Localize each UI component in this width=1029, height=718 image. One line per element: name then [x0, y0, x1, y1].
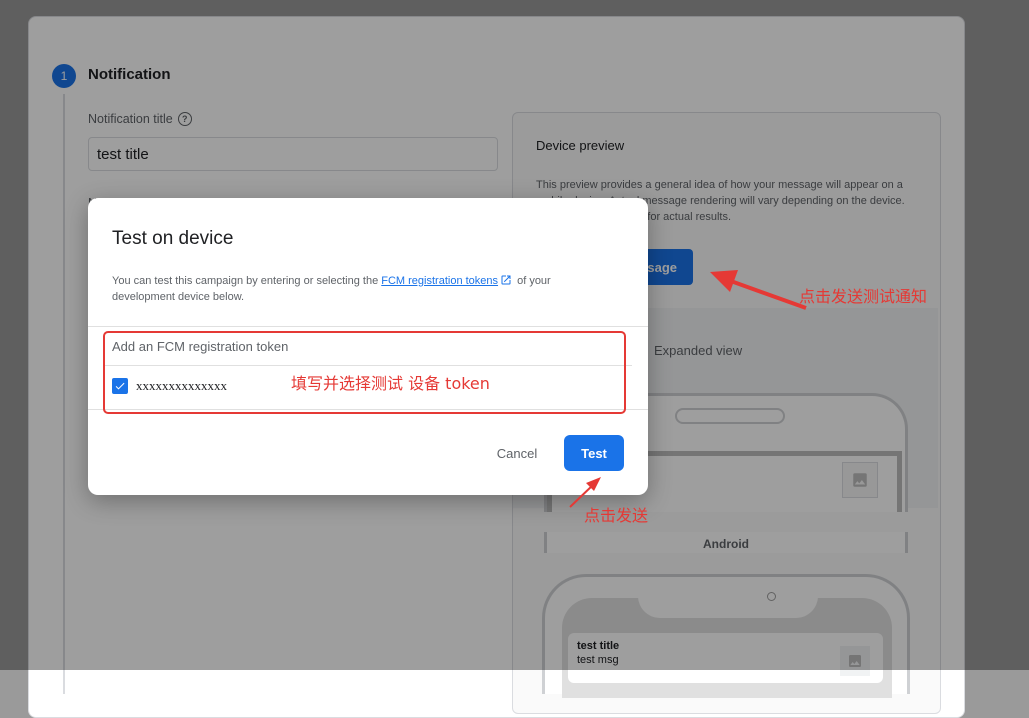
dialog-description-prefix: You can test this campaign by entering o… — [112, 275, 382, 287]
annotation-send-test-notification: 点击发送测试通知 — [799, 287, 928, 306]
dialog-description: You can test this campaign by entering o… — [112, 273, 612, 305]
dialog-title: Test on device — [112, 228, 234, 249]
external-link-icon[interactable] — [500, 274, 512, 286]
cancel-button[interactable]: Cancel — [484, 436, 550, 470]
fcm-tokens-link[interactable]: FCM registration tokens — [381, 275, 498, 287]
test-button[interactable]: Test — [564, 435, 624, 471]
annotation-fill-token: 填写并选择测试 设备 token — [291, 374, 490, 393]
annotation-click-send: 点击发送 — [584, 506, 649, 525]
divider — [88, 326, 648, 327]
